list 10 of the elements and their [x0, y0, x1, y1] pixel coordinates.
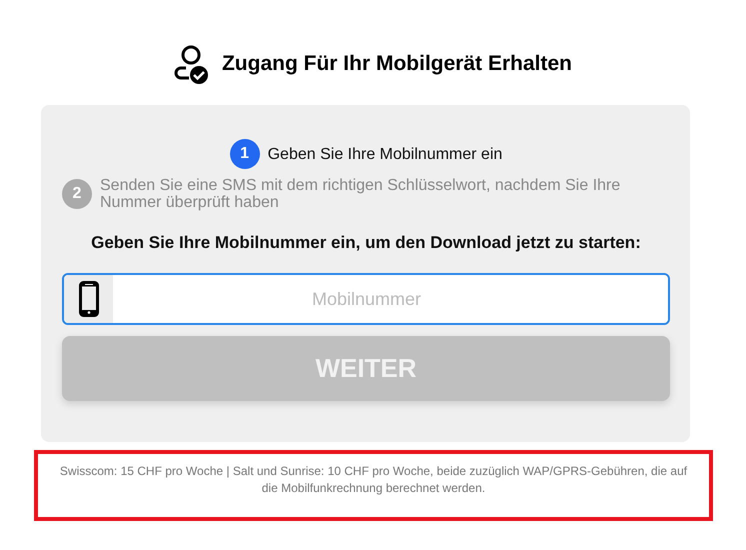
pricing-note: Swisscom: 15 CHF pro Woche | Salt und Sunrise: 10 CHF pro Woche, beide zuzüglich WAP/GPRS-Gebühren, die auf die Mobilfunkrechnung berechnet werden.: [58, 463, 688, 497]
step-number: 2: [62, 179, 92, 209]
phone-input-field[interactable]: Mobilnummer: [62, 273, 670, 325]
page-title: Zugang Für Ihr Mobilgerät Erhalten: [222, 52, 572, 76]
user-check-icon: [174, 44, 210, 84]
step-text: Geben Sie Ihre Mobilnummer ein: [268, 146, 502, 162]
step-text: Senden Sie eine SMS mit dem richtigen Schlüsselwort, nachdem Sie Ihre Nummer überprüft haben: [100, 177, 622, 211]
instruction-text: Geben Sie Ihre Mobilnummer ein, um den Download jetzt zu starten:: [90, 233, 642, 253]
step-number: 1: [230, 139, 260, 169]
phone-icon: [78, 281, 98, 317]
